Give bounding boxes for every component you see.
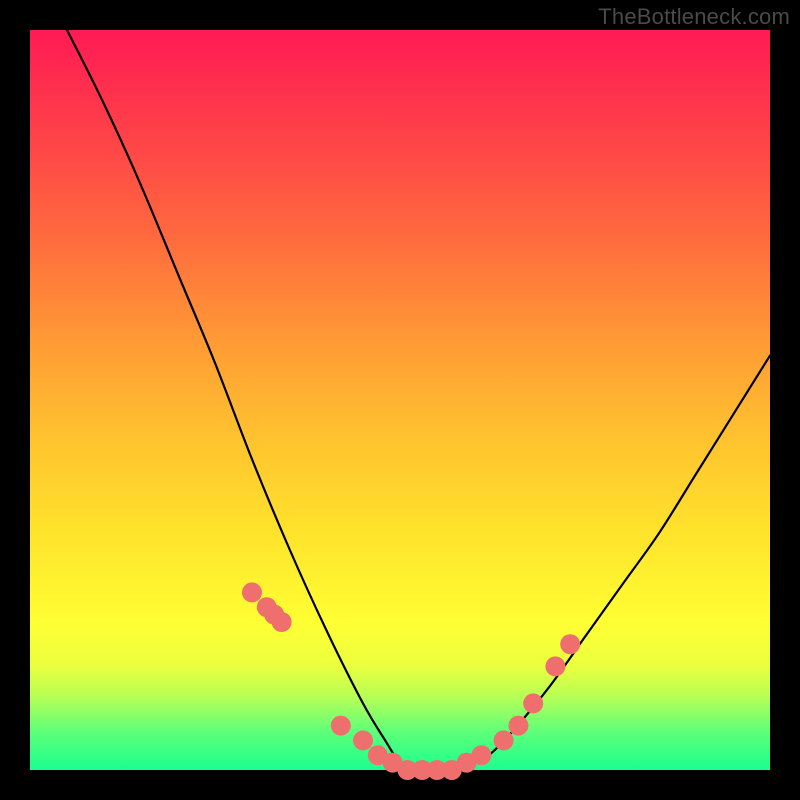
outer-frame: TheBottleneck.com bbox=[0, 0, 800, 800]
highlight-dot bbox=[242, 582, 262, 602]
highlight-dot bbox=[560, 634, 580, 654]
bottleneck-curve bbox=[67, 30, 770, 771]
highlight-dot bbox=[545, 656, 565, 676]
highlight-dots-group bbox=[242, 582, 580, 780]
highlight-dot bbox=[471, 745, 491, 765]
watermark-text: TheBottleneck.com bbox=[598, 4, 790, 30]
highlight-dot bbox=[494, 730, 514, 750]
chart-svg bbox=[30, 30, 770, 770]
highlight-dot bbox=[353, 730, 373, 750]
highlight-dot bbox=[331, 716, 351, 736]
highlight-dot bbox=[508, 716, 528, 736]
plot-area bbox=[30, 30, 770, 770]
highlight-dot bbox=[523, 693, 543, 713]
highlight-dot bbox=[272, 612, 292, 632]
